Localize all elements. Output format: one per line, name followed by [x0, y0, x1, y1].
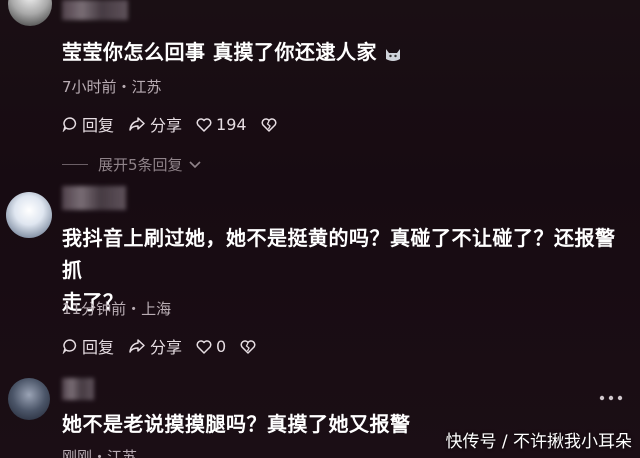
like-count: 0 [216, 336, 227, 356]
reply-icon [62, 339, 77, 354]
share-icon [129, 339, 145, 353]
username-blurred[interactable] [62, 0, 128, 20]
comment-text-content: 莹莹你怎么回事 真摸了你还逮人家 [62, 40, 377, 64]
like-button[interactable]: 0 [196, 337, 226, 356]
watermark: 快传号 / 不许揪我小耳朵 [445, 432, 632, 452]
share-label: 分享 [150, 338, 183, 357]
more-options-icon[interactable] [598, 394, 624, 402]
reply-button[interactable]: 回复 [62, 334, 114, 358]
like-count: 194 [216, 114, 247, 134]
comment-actions: 回复 分享 0 [62, 334, 274, 358]
avatar[interactable] [6, 192, 52, 238]
share-icon [129, 117, 145, 131]
share-button[interactable]: 分享 [128, 112, 182, 136]
comment-meta: 刚刚・江苏 [62, 448, 138, 458]
heart-icon [196, 117, 212, 132]
comment-actions: 回复 分享 194 [62, 112, 295, 136]
comment-meta: 7小时前・江苏 [62, 78, 162, 96]
expand-replies-button[interactable]: 展开5条回复 [62, 154, 202, 175]
expand-replies-label: 展开5条回复 [98, 156, 183, 174]
broken-heart-icon [240, 339, 256, 354]
comment-text: 她不是老说摸摸腿吗？真摸了她又报警 [62, 412, 411, 436]
broken-heart-icon [261, 117, 277, 132]
like-button[interactable]: 194 [196, 115, 247, 134]
dislike-button[interactable] [261, 117, 281, 132]
avatar[interactable] [8, 0, 52, 26]
heart-icon [196, 339, 212, 354]
replies-divider [62, 164, 88, 165]
username-blurred[interactable] [62, 378, 94, 400]
share-button[interactable]: 分享 [128, 334, 182, 358]
comment-text-line-1: 我抖音上刷过她，她不是挺黄的吗？真碰了不让碰了？还报警抓 [62, 226, 616, 282]
chevron-down-icon [188, 160, 201, 168]
cat-emoji-icon [386, 48, 401, 61]
avatar[interactable] [8, 378, 50, 420]
username-blurred[interactable] [62, 186, 126, 210]
reply-label: 回复 [82, 116, 115, 135]
reply-button[interactable]: 回复 [62, 112, 114, 136]
dislike-button[interactable] [240, 339, 260, 354]
reply-label: 回复 [82, 338, 115, 357]
comment-text: 莹莹你怎么回事 真摸了你还逮人家 [62, 36, 402, 68]
reply-icon [62, 117, 77, 132]
share-label: 分享 [150, 116, 183, 135]
comment-meta: 11分钟前・上海 [62, 300, 172, 318]
